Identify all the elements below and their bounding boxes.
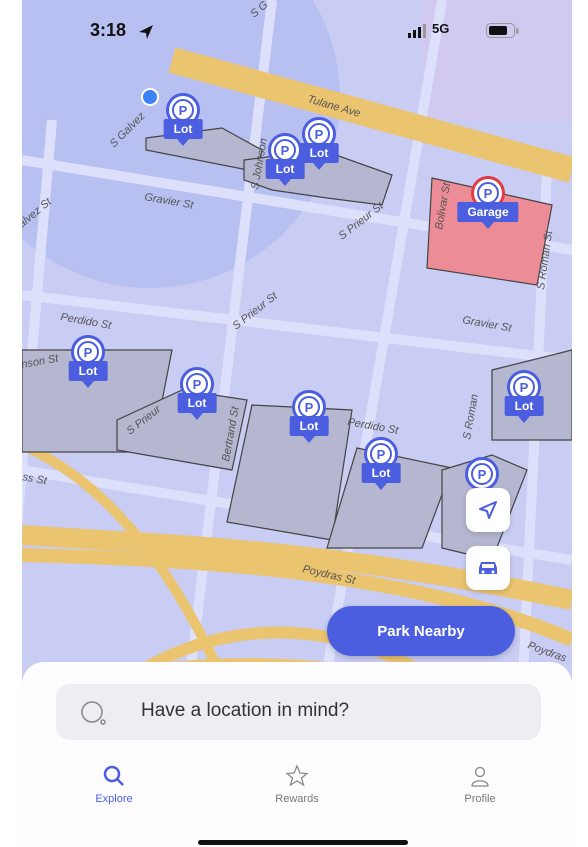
tab-explore[interactable]: Explore: [54, 764, 174, 805]
pin-label: Lot: [504, 396, 544, 416]
search-placeholder: Have a location in mind?: [141, 700, 350, 721]
star-icon: [285, 764, 309, 787]
recenter-location-button[interactable]: [466, 488, 510, 532]
search-input[interactable]: Have a location in mind?: [56, 684, 541, 740]
battery-icon: [486, 23, 519, 38]
map-view[interactable]: Tulane Ave Gravier St Gravier St Perdido…: [22, 0, 572, 700]
pin-label: Lot: [289, 416, 329, 436]
home-indicator[interactable]: [198, 840, 408, 845]
search-icon: [81, 701, 106, 725]
lot-pin[interactable]: P Lot: [148, 93, 218, 159]
pin-label: Garage: [457, 202, 519, 222]
tab-profile[interactable]: Profile: [420, 764, 540, 805]
pin-label: Lot: [265, 159, 305, 179]
tab-bar: Explore Rewards Profile: [22, 750, 572, 847]
car-icon: [479, 562, 497, 574]
status-time: 3:18: [90, 20, 127, 40]
location-arrow-icon: [139, 25, 153, 39]
pin-label: Lot: [177, 393, 217, 413]
garage-pin[interactable]: P Garage: [453, 176, 523, 242]
pin-label: Lot: [163, 119, 203, 139]
network-type: 5G: [432, 21, 450, 36]
street-label: S Roman: [461, 393, 481, 440]
tab-label: Rewards: [275, 793, 319, 805]
lot-pin[interactable]: P Lot: [489, 370, 559, 436]
lot-pin[interactable]: P Lot: [53, 335, 123, 401]
lot-pin[interactable]: P Lot: [346, 437, 416, 503]
signal-icon: [408, 24, 426, 38]
app-screen: Tulane Ave Gravier St Gravier St Perdido…: [0, 0, 588, 847]
tab-label: Explore: [95, 793, 133, 805]
street-label: Gravier St: [461, 314, 513, 335]
park-nearby-button[interactable]: Park Nearby: [327, 606, 515, 656]
my-vehicle-button[interactable]: [466, 546, 510, 590]
tab-label: Profile: [464, 793, 496, 805]
lot-pin[interactable]: P Lot: [162, 367, 232, 433]
street-label: Perdido St: [59, 311, 113, 332]
status-bar: 3:18 5G: [22, 18, 572, 48]
navigation-arrow-icon: [479, 501, 497, 519]
lot-pin[interactable]: P Lot: [274, 390, 344, 456]
person-icon: [471, 766, 489, 787]
pin-label: Lot: [68, 361, 108, 381]
tab-rewards[interactable]: Rewards: [237, 764, 357, 805]
lot-pin[interactable]: P Lot: [250, 133, 320, 199]
pin-label: Lot: [361, 463, 401, 483]
parking-icon: P: [465, 457, 499, 491]
search-icon: [103, 765, 124, 786]
